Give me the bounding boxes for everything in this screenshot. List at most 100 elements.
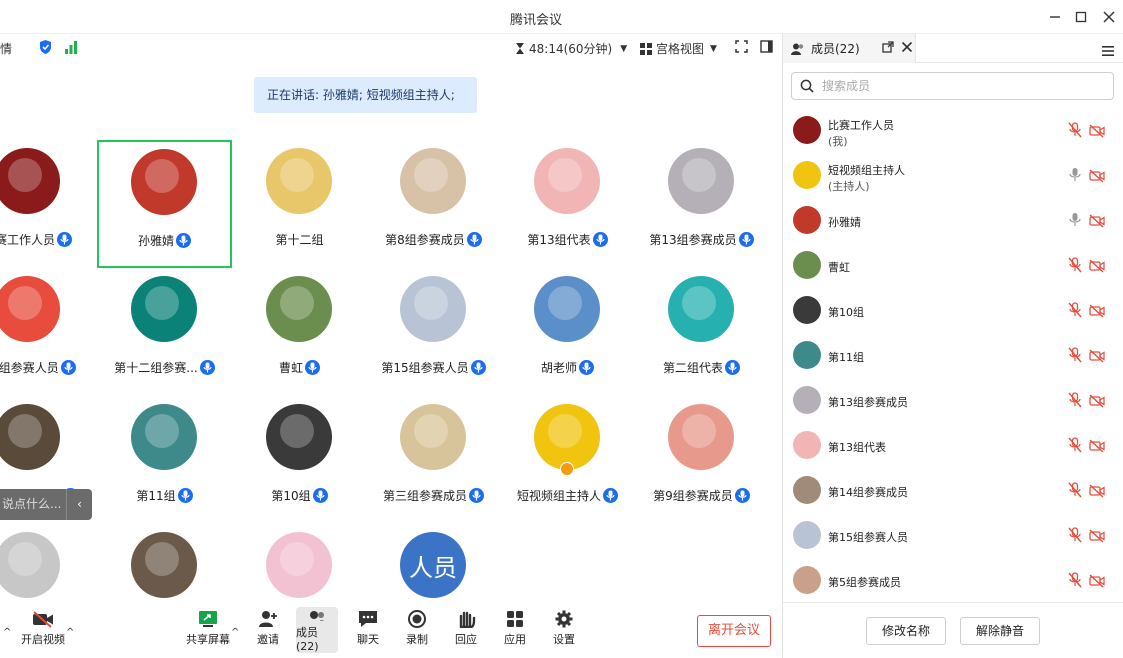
mic-muted-icon[interactable] bbox=[1068, 572, 1084, 588]
avatar bbox=[793, 161, 821, 189]
sidebar-toggle-icon[interactable] bbox=[760, 40, 773, 53]
mic-muted-icon[interactable] bbox=[1068, 122, 1084, 138]
participant-tile[interactable]: 第15组参赛人员 bbox=[366, 268, 501, 396]
share-options-caret-icon[interactable]: ^ bbox=[231, 627, 239, 638]
participant-tile[interactable]: 第13组参赛成员 bbox=[634, 140, 769, 268]
view-switcher[interactable]: 宫格视图 ▼ bbox=[640, 40, 717, 57]
camera-off-icon[interactable] bbox=[1089, 303, 1105, 319]
mic-muted-icon[interactable] bbox=[1068, 302, 1084, 318]
participant-tile[interactable]: 第10组 bbox=[232, 396, 367, 524]
fullscreen-icon[interactable] bbox=[735, 40, 748, 53]
mic-muted-icon[interactable] bbox=[1068, 257, 1084, 273]
chat-icon bbox=[359, 611, 377, 627]
record-button[interactable]: 录制 bbox=[395, 607, 439, 653]
member-row[interactable]: 第14组参赛成员 bbox=[783, 469, 1123, 514]
member-row[interactable]: 曹虹 bbox=[783, 244, 1123, 289]
camera-off-icon[interactable] bbox=[1089, 483, 1105, 499]
camera-off-icon[interactable] bbox=[1089, 258, 1105, 274]
apps-label: 应用 bbox=[504, 633, 526, 646]
microphone-icon bbox=[734, 488, 750, 503]
leave-meeting-button[interactable]: 离开会议 bbox=[697, 615, 771, 647]
member-row[interactable]: 第13组代表 bbox=[783, 424, 1123, 469]
details-button[interactable]: 详情 bbox=[0, 40, 12, 57]
panel-tab-bar: 成员(22) bbox=[783, 34, 1123, 63]
start-video-button[interactable]: 开启视频 bbox=[20, 607, 66, 653]
react-button[interactable]: 回应 bbox=[444, 607, 488, 653]
grid-view-icon bbox=[640, 42, 652, 55]
member-row[interactable]: 第11组 bbox=[783, 334, 1123, 379]
camera-off-icon[interactable] bbox=[1089, 168, 1105, 184]
apps-icon bbox=[507, 611, 523, 627]
participant-tile[interactable]: 第11组 bbox=[97, 396, 232, 524]
chat-button[interactable]: 聊天 bbox=[346, 607, 390, 653]
unmute-all-button[interactable]: 解除静音 bbox=[960, 617, 1040, 645]
participant-tile[interactable]: 短视频组主持人 bbox=[500, 396, 635, 524]
member-row[interactable]: 第15组参赛人员 bbox=[783, 514, 1123, 559]
popout-icon[interactable] bbox=[882, 41, 894, 56]
invite-button[interactable]: 邀请 bbox=[246, 607, 290, 653]
menu-icon[interactable] bbox=[1102, 42, 1114, 61]
audio-options-caret-icon[interactable]: ^ bbox=[3, 627, 11, 638]
mic-muted-icon[interactable] bbox=[1068, 527, 1084, 543]
microphone-icon[interactable] bbox=[1068, 167, 1084, 183]
members-button[interactable]: 成员(22) bbox=[296, 607, 338, 653]
bottom-toolbar: ^ 开启视频 ^ 共享屏幕 ^ 邀请 成员(22) 聊天 录制 回应 应用 设置… bbox=[0, 599, 783, 658]
members-panel: 成员(22) 比赛工作人员 (我) 短视频组主持人 (主持人) 孙雅婧曹虹第10组第11… bbox=[783, 34, 1123, 658]
mic-muted-icon[interactable] bbox=[1068, 437, 1084, 453]
camera-off-icon[interactable] bbox=[1089, 348, 1105, 364]
camera-off-icon[interactable] bbox=[1089, 213, 1105, 229]
apps-button[interactable]: 应用 bbox=[493, 607, 537, 653]
member-row[interactable]: 短视频组主持人 (主持人) bbox=[783, 154, 1123, 199]
close-panel-icon[interactable] bbox=[901, 41, 913, 56]
member-row[interactable]: 第5组参赛成员 bbox=[783, 559, 1123, 604]
rename-button[interactable]: 修改名称 bbox=[866, 617, 946, 645]
participant-tile[interactable]: 曹虹 bbox=[232, 268, 367, 396]
camera-off-icon[interactable] bbox=[1089, 393, 1105, 409]
timer-text: 48:14(60分钟) bbox=[529, 42, 613, 56]
participant-tile[interactable]: 第9组参赛成员 bbox=[634, 396, 769, 524]
mic-muted-icon[interactable] bbox=[1068, 392, 1084, 408]
settings-button[interactable]: 设置 bbox=[542, 607, 586, 653]
member-row[interactable]: 第10组 bbox=[783, 289, 1123, 334]
member-search-input[interactable] bbox=[822, 79, 1102, 93]
chat-input-bubble[interactable]: 说点什么... ‹ bbox=[0, 489, 92, 520]
video-options-caret-icon[interactable]: ^ bbox=[66, 627, 74, 638]
shield-icon[interactable] bbox=[38, 39, 53, 55]
mic-muted-icon[interactable] bbox=[1068, 347, 1084, 363]
avatar bbox=[793, 386, 821, 414]
participant-tile[interactable]: 孙雅婧 bbox=[97, 140, 232, 268]
camera-off-icon[interactable] bbox=[1089, 123, 1105, 139]
meeting-timer[interactable]: 48:14(60分钟) ▼ bbox=[515, 40, 627, 57]
close-icon[interactable] bbox=[1097, 5, 1121, 29]
participant-tile[interactable]: 第三组参赛成员 bbox=[366, 396, 501, 524]
member-search-box[interactable] bbox=[791, 72, 1114, 100]
participant-tile[interactable]: 第十二组参赛... bbox=[97, 268, 232, 396]
member-row[interactable]: 第13组参赛成员 bbox=[783, 379, 1123, 424]
maximize-icon[interactable] bbox=[1069, 5, 1093, 29]
participant-tile[interactable]: 胡老师 bbox=[500, 268, 635, 396]
chevron-down-icon: ▼ bbox=[620, 43, 628, 54]
avatar bbox=[793, 116, 821, 144]
microphone-icon[interactable] bbox=[1068, 212, 1084, 228]
camera-off-icon[interactable] bbox=[1089, 528, 1105, 544]
participant-tile[interactable]: 第13组代表 bbox=[500, 140, 635, 268]
camera-off-icon[interactable] bbox=[1089, 438, 1105, 454]
mic-muted-icon[interactable] bbox=[1068, 482, 1084, 498]
minimize-icon[interactable] bbox=[1043, 5, 1067, 29]
participant-tile[interactable]: 第二组代表 bbox=[634, 268, 769, 396]
signal-icon[interactable] bbox=[64, 40, 78, 54]
chat-label: 聊天 bbox=[357, 633, 379, 646]
members-icon bbox=[791, 43, 804, 55]
member-row[interactable]: 比赛工作人员 (我) bbox=[783, 109, 1123, 154]
camera-off-icon[interactable] bbox=[1089, 573, 1105, 589]
avatar bbox=[534, 404, 600, 470]
member-row[interactable]: 孙雅婧 bbox=[783, 199, 1123, 244]
participant-tile[interactable]: 第5组参赛人员 bbox=[0, 268, 95, 396]
share-screen-button[interactable]: 共享屏幕 bbox=[186, 607, 230, 653]
participant-name-row: 第二组代表 bbox=[614, 359, 783, 376]
microphone-icon bbox=[176, 233, 191, 248]
tab-members[interactable]: 成员(22) bbox=[783, 34, 916, 63]
participant-tile[interactable]: 第8组参赛成员 bbox=[366, 140, 501, 268]
chevron-left-icon[interactable]: ‹ bbox=[66, 489, 92, 520]
participant-tile[interactable]: 第十二组 bbox=[232, 140, 367, 268]
